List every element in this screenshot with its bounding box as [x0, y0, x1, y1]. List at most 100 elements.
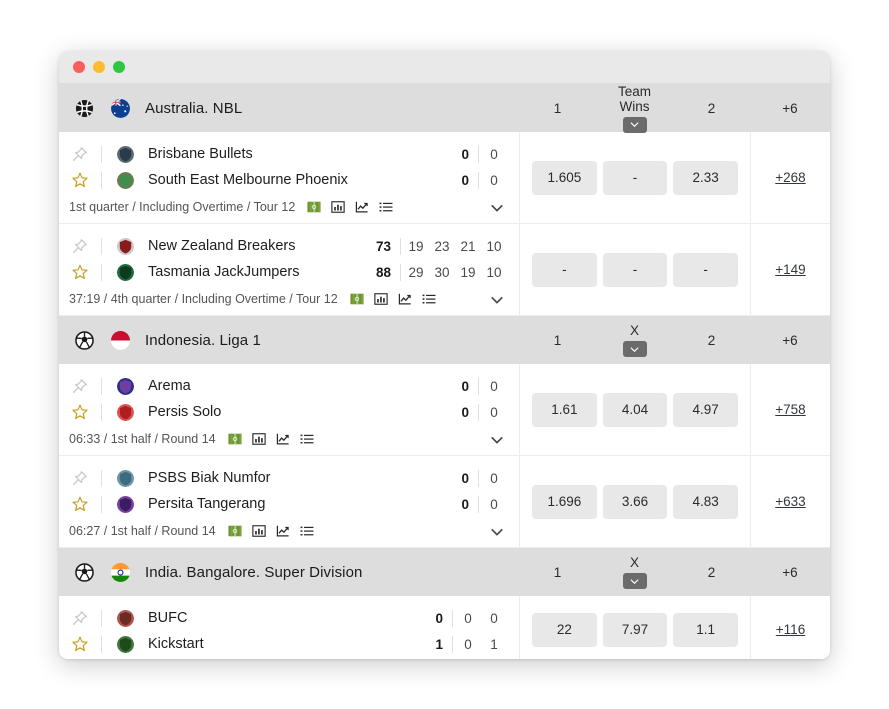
- pin-button[interactable]: [59, 378, 101, 394]
- home-team-name: BUFC: [148, 610, 188, 626]
- league-odds-columns: 1 X 2: [519, 548, 750, 596]
- star-icon[interactable]: [72, 264, 88, 280]
- bar-chart-icon[interactable]: [251, 524, 266, 538]
- pin-icon[interactable]: [72, 238, 88, 254]
- favorite-star-button[interactable]: [59, 636, 101, 652]
- period-score: 0: [490, 610, 498, 626]
- table-row[interactable]: New Zealand Breakers 73 19 23 21 10 Tasmani…: [59, 224, 830, 316]
- persis-solo-logo: [117, 403, 134, 421]
- line-chart-icon[interactable]: [355, 200, 369, 214]
- away-team-name: Tasmania JackJumpers: [148, 264, 300, 280]
- star-icon[interactable]: [72, 496, 88, 512]
- favorite-star-button[interactable]: [59, 404, 101, 420]
- odds-column-3: 2: [673, 333, 750, 348]
- odds-button-1[interactable]: 1.696: [532, 484, 597, 519]
- star-icon[interactable]: [72, 172, 88, 188]
- match-expand-chevron[interactable]: [489, 292, 505, 308]
- window-maximize-button[interactable]: [113, 61, 125, 73]
- extra-markets-link[interactable]: +633: [775, 494, 805, 509]
- pitch-icon[interactable]: [350, 292, 364, 306]
- away-period-scores: 29 30 19 10: [401, 265, 519, 280]
- league-title-area[interactable]: Australia. NBL: [59, 84, 519, 132]
- window-close-button[interactable]: [73, 61, 85, 73]
- star-icon[interactable]: [72, 636, 88, 652]
- app-window: Australia. NBL 1 Team Wins 2 +6 Brisbane…: [59, 51, 830, 659]
- away-team-row: Tasmania JackJumpers 88 29 30 19 10: [59, 259, 519, 285]
- pin-icon[interactable]: [72, 378, 88, 394]
- table-row[interactable]: Brisbane Bullets 0 0 South East Melbourn…: [59, 132, 830, 224]
- odds-button-3[interactable]: 2.33: [673, 160, 739, 195]
- odds-button-2[interactable]: -: [602, 160, 668, 195]
- home-team-name: New Zealand Breakers: [148, 238, 296, 254]
- bar-chart-icon[interactable]: [331, 200, 345, 214]
- period-score: 0: [490, 470, 498, 486]
- pin-button[interactable]: [59, 146, 101, 162]
- bar-chart-icon[interactable]: [373, 292, 388, 306]
- odds-column-expand-button[interactable]: [622, 341, 647, 357]
- extra-markets-link[interactable]: +116: [776, 622, 805, 637]
- table-row[interactable]: Arema 0 0 Persis Solo 0 0 06:33 / 1st ha…: [59, 364, 830, 456]
- pin-icon[interactable]: [72, 610, 88, 626]
- league-header-indonesia-liga-1[interactable]: Indonesia. Liga 1 1 X 2 +6: [59, 316, 830, 364]
- league-header-australia-nbl[interactable]: Australia. NBL 1 Team Wins 2 +6: [59, 84, 830, 133]
- odds-button-1[interactable]: -: [532, 252, 597, 287]
- pin-icon[interactable]: [72, 146, 88, 162]
- odds-column-expand-button[interactable]: [622, 573, 647, 589]
- bar-chart-icon[interactable]: [251, 432, 266, 446]
- table-row[interactable]: PSBS Biak Numfor 0 0 Persita Tangerang 0…: [59, 456, 830, 548]
- league-flag: [111, 330, 130, 350]
- odds-button-2[interactable]: 3.66: [602, 484, 668, 519]
- odds-button-1[interactable]: 22: [532, 612, 597, 647]
- favorite-star-button[interactable]: [59, 496, 101, 512]
- odds-button-3[interactable]: 4.97: [673, 392, 739, 427]
- league-name: Australia. NBL: [145, 99, 243, 117]
- pitch-icon[interactable]: [307, 200, 321, 214]
- away-team-row: South East Melbourne Phoenix 0 0: [59, 167, 519, 193]
- pin-icon[interactable]: [72, 470, 88, 486]
- window-minimize-button[interactable]: [93, 61, 105, 73]
- line-chart-icon[interactable]: [276, 524, 290, 538]
- odds-button-3[interactable]: 4.83: [673, 484, 739, 519]
- pitch-icon[interactable]: [228, 432, 242, 446]
- list-icon[interactable]: [379, 200, 393, 214]
- home-total-score: 0: [461, 378, 469, 394]
- extra-markets-link[interactable]: +758: [775, 402, 805, 417]
- list-icon[interactable]: [300, 432, 314, 446]
- star-icon[interactable]: [72, 404, 88, 420]
- away-team-logo: [117, 171, 134, 189]
- pitch-icon[interactable]: [228, 524, 242, 538]
- odds-button-1[interactable]: 1.61: [532, 392, 597, 427]
- table-row[interactable]: BUFC 0 00 Kickstart 1 01 22 7.97 1.1 +11…: [59, 596, 830, 659]
- pin-button[interactable]: [59, 470, 101, 486]
- odds-button-2[interactable]: 7.97: [602, 612, 668, 647]
- odds-button-2[interactable]: 4.04: [602, 392, 668, 427]
- extra-markets-link[interactable]: +149: [775, 262, 805, 277]
- match-teams: New Zealand Breakers 73 19 23 21 10 Tasmani…: [59, 224, 519, 315]
- list-icon[interactable]: [422, 292, 436, 306]
- odds-column-expand-button[interactable]: [622, 116, 647, 133]
- pin-button[interactable]: [59, 238, 101, 254]
- away-total-score: 0: [461, 404, 469, 420]
- league-title-area[interactable]: Indonesia. Liga 1: [59, 316, 519, 364]
- league-header-india-bangalore-super-division[interactable]: India. Bangalore. Super Division 1 X 2 +…: [59, 548, 830, 596]
- odds-column-1-label: 1: [553, 564, 562, 580]
- extra-markets-link[interactable]: +268: [775, 170, 805, 185]
- away-period-scores: 01: [453, 637, 519, 652]
- favorite-star-button[interactable]: [59, 264, 101, 280]
- odds-button-3[interactable]: -: [673, 252, 739, 287]
- list-icon[interactable]: [300, 524, 314, 538]
- line-chart-icon[interactable]: [398, 292, 412, 306]
- pin-button[interactable]: [59, 610, 101, 626]
- match-expand-chevron[interactable]: [489, 200, 505, 216]
- match-expand-chevron[interactable]: [489, 432, 505, 448]
- odds-button-3[interactable]: 1.1: [673, 612, 739, 647]
- line-chart-icon[interactable]: [276, 432, 290, 446]
- league-title-area[interactable]: India. Bangalore. Super Division: [59, 548, 519, 596]
- period-score: 1: [490, 636, 498, 652]
- odds-button-1[interactable]: 1.605: [532, 160, 597, 195]
- odds-column-3-label: 2: [707, 100, 716, 116]
- match-expand-chevron[interactable]: [489, 524, 505, 540]
- favorite-star-button[interactable]: [59, 172, 101, 188]
- match-teams: Arema 0 0 Persis Solo 0 0 06:33 / 1st ha…: [59, 364, 519, 455]
- odds-button-2[interactable]: -: [602, 252, 668, 287]
